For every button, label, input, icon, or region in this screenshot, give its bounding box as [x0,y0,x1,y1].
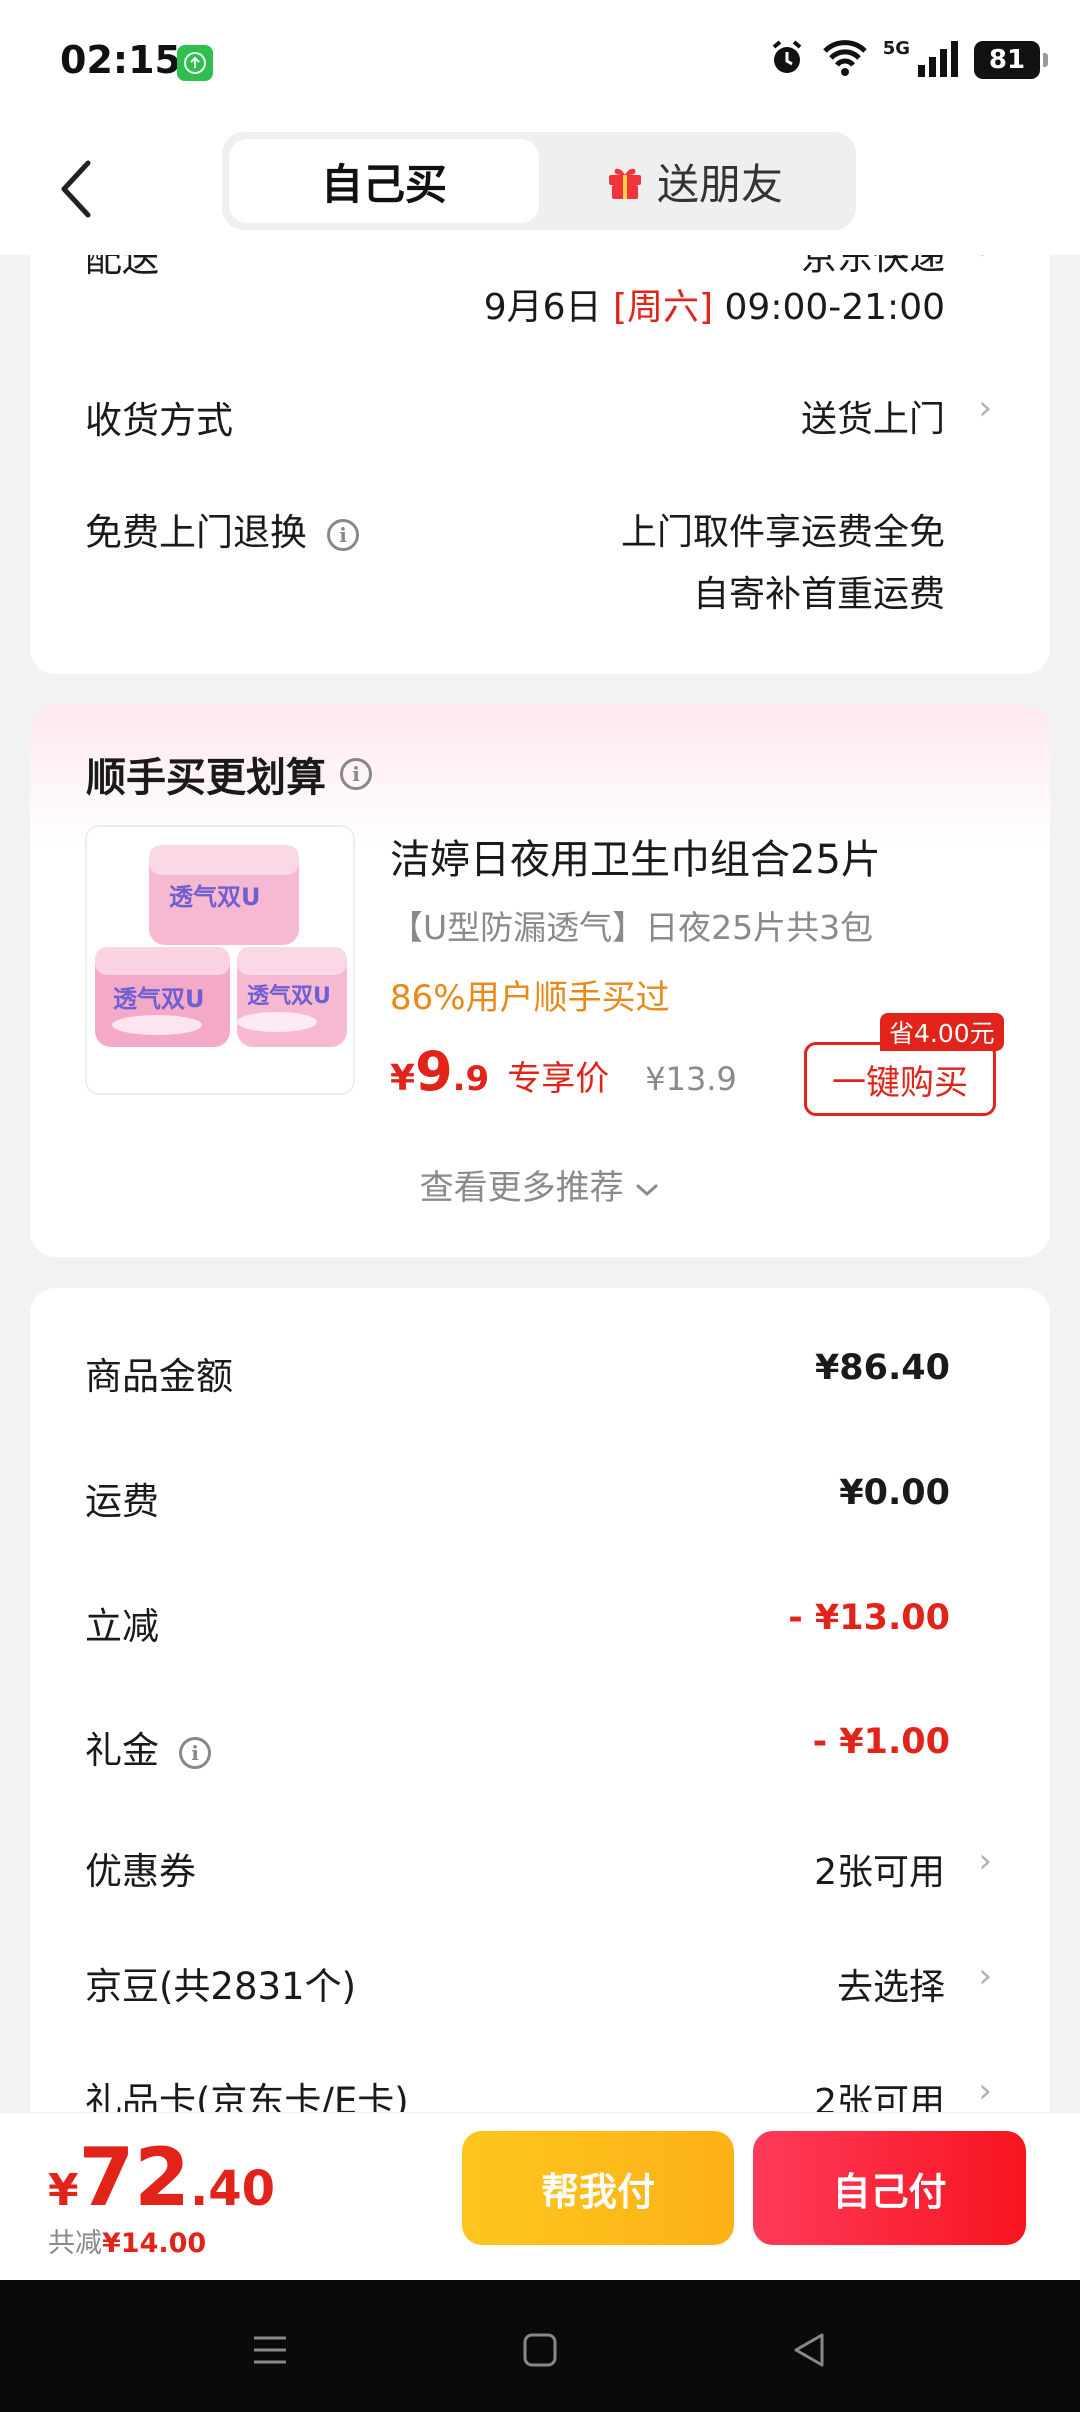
free-return-row: 免费上门退换 i [85,502,359,556]
chevron-right-icon: › [978,388,992,428]
free-return-label: 免费上门退换 [85,511,307,554]
info-icon[interactable]: i [340,758,372,790]
signal-icon [916,39,960,81]
status-bar: 02:15 5G 81 [0,0,1080,125]
gift-icon [605,161,645,201]
svg-text:透气双U: 透气双U [247,983,331,1009]
original-price: ¥13.9 [645,1060,737,1098]
delivery-weekday: [周六] [612,287,714,328]
product-social-proof: 86%用户顺手买过 [390,978,670,1018]
summary-label: 京豆(共2831个) [85,1965,357,2008]
total-saved: 共减¥14.00 [48,2221,206,2260]
tab-label: 送朋友 [656,159,783,209]
summary-value: ¥86.40 [814,1348,950,1388]
exclusive-price-tag: 专享价 [507,1059,610,1099]
network-type: 5G [882,37,910,59]
receive-method-label: 收货方式 [85,399,233,442]
battery-icon: 81 [974,41,1048,79]
summary-label-row: 礼金 i [85,1720,211,1774]
saved-value: ¥14.00 [102,2228,207,2259]
wifi-icon [821,39,869,81]
upload-notification-icon [177,45,213,81]
see-more-recommendations[interactable]: 查看更多推荐 [30,1160,1050,1209]
product-name[interactable]: 洁婷日夜用卫生巾组合25片 [390,827,881,885]
delivery-time-range: 09:00-21:00 [724,287,945,328]
saved-label: 共减 [48,2228,102,2259]
summary-row-shipping: 运费 ¥0.00 [30,1471,1050,1531]
friend-pay-button[interactable]: 帮我付 [462,2131,734,2245]
menu-icon[interactable] [240,2320,300,2380]
summary-row-goods-amount: 商品金额 ¥86.40 [30,1346,1050,1406]
summary-row-jd-beans[interactable]: 京豆(共2831个) 去选择 › [30,1956,1050,2016]
order-summary-card: 商品金额 ¥86.40 运费 ¥0.00 立减 - ¥13.00 礼金 i - ¥… [30,1288,1050,2118]
free-return-line2: 自寄补首重运费 [692,574,945,615]
product-image[interactable]: 透气双U 透气双U 透气双U [85,825,355,1095]
summary-row-gift-money: 礼金 i - ¥1.00 [30,1720,1050,1780]
price-currency: ¥ [390,1058,416,1099]
delivery-time[interactable]: 9月6日 [周六] 09:00-21:00 [484,278,945,330]
summary-row-coupon[interactable]: 优惠券 2张可用 › [30,1841,1050,1901]
chevron-right-icon: › [978,2071,992,2111]
info-icon[interactable]: i [327,518,359,551]
recommend-title: 顺手买更划算 [86,755,326,801]
system-nav-bar [0,2280,1080,2412]
chevron-down-icon [634,1168,660,1208]
see-more-label: 查看更多推荐 [419,1168,624,1208]
info-icon[interactable]: i [179,1736,211,1769]
one-click-buy-button[interactable]: 一键购买 [804,1042,996,1116]
recommend-title-row: 顺手买更划算 i [86,745,372,803]
tab-buy-for-self[interactable]: 自己买 [229,139,539,223]
back-arrow-icon [61,160,91,218]
header: 自己买 送朋友 [0,125,1080,255]
tab-gift-to-friend[interactable]: 送朋友 [539,139,849,223]
delivery-card: 配送 京东快递 › 9月6日 [周六] 09:00-21:00 收货方式 送货上… [30,200,1050,674]
total-currency: ¥ [48,2165,79,2216]
summary-row-instant-discount: 立减 - ¥13.00 [30,1596,1050,1656]
price-integer: 9 [415,1040,453,1103]
total-integer: 72 [78,2131,190,2224]
summary-label: 立减 [85,1605,159,1648]
free-return-line1: 上门取件享运费全免 [620,512,945,553]
status-time: 02:15 [60,38,181,82]
svg-text:透气双U: 透气双U [113,985,205,1013]
self-pay-button[interactable]: 自己付 [753,2131,1026,2245]
free-return-value: 上门取件享运费全免 自寄补首重运费 [621,502,945,626]
summary-label: 运费 [85,1480,159,1523]
back-icon[interactable] [780,2320,840,2380]
chevron-right-icon: › [978,1956,992,1996]
total-decimal: .40 [189,2161,275,2217]
summary-value: ¥0.00 [839,1473,950,1513]
recommend-card: 顺手买更划算 i 透气双U 透气双U 透气双U 洁婷日夜用卫生巾组合25片 【U型… [30,705,1050,1257]
total-price: ¥ 72 .40 [48,2131,275,2224]
summary-label: 优惠券 [85,1850,196,1893]
product-price-row: ¥ 9 .9 专享价 ¥13.9 [390,1040,737,1103]
purchase-mode-switch: 自己买 送朋友 [222,132,856,230]
summary-value: - ¥13.00 [788,1598,950,1638]
receive-method-value[interactable]: 送货上门 [801,390,945,442]
summary-label: 礼品卡(京东卡/E卡) [85,2080,409,2118]
chevron-right-icon: › [978,1841,992,1881]
delivery-date: 9月6日 [483,287,602,328]
summary-label: 礼金 [85,1729,159,1772]
svg-text:透气双U: 透气双U [169,883,261,911]
checkout-bar: ¥ 72 .40 共减¥14.00 帮我付 自己付 [0,2112,1080,2280]
summary-value: - ¥1.00 [812,1722,950,1762]
summary-value: 2张可用 [814,1852,945,1893]
summary-value: 去选择 [836,1967,945,2008]
price-decimal: .9 [452,1059,490,1099]
summary-label: 商品金额 [85,1355,233,1398]
summary-row-gift-card[interactable]: 礼品卡(京东卡/E卡) 2张可用 › [30,2071,1050,2118]
product-description: 【U型防漏透气】日夜25片共3包 [390,908,874,947]
status-indicators: 5G 81 [767,37,1048,82]
save-badge: 省4.00元 [880,1013,1004,1051]
home-icon[interactable] [510,2320,570,2380]
tab-label: 自己买 [320,159,447,209]
back-button[interactable] [56,149,116,229]
alarm-icon [767,38,807,82]
